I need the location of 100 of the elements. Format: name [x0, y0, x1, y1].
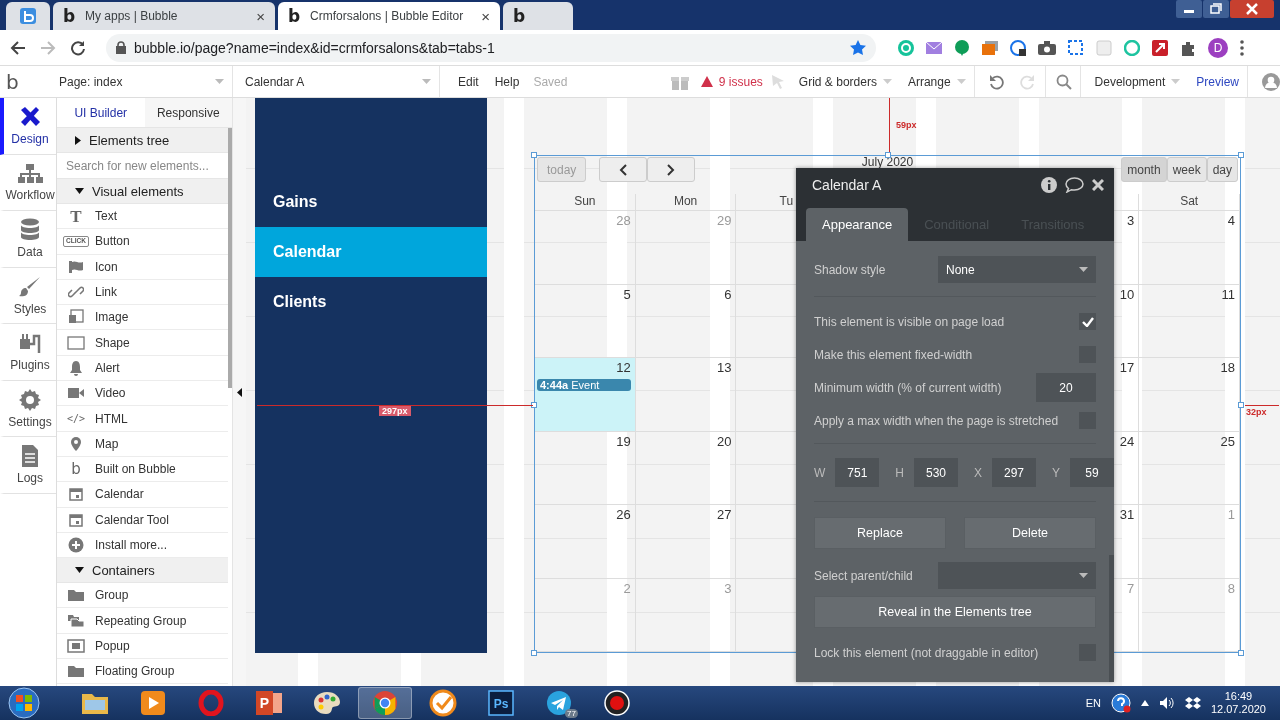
browser-tab[interactable]: b Crmforsalons | Bubble Editor × — [278, 2, 500, 30]
clock[interactable]: 16:49 12.07.2020 — [1210, 690, 1266, 716]
action-button[interactable]: Delete — [964, 517, 1096, 549]
shape-icon — [67, 335, 85, 350]
chat-bubble-icon[interactable] — [954, 39, 970, 56]
day-number: 25 — [1220, 433, 1235, 449]
restore-icon[interactable] — [1203, 0, 1229, 18]
elements-tree-toggle[interactable]: Elements tree — [57, 128, 228, 153]
undo-icon[interactable] — [988, 73, 1005, 90]
scrollbar[interactable] — [228, 128, 232, 388]
day-number: 11 — [1221, 286, 1235, 302]
previous-button[interactable] — [599, 157, 648, 182]
resize-handle[interactable] — [1238, 402, 1244, 408]
nav-tab[interactable]: Settings — [0, 380, 56, 437]
more-icon[interactable] — [1240, 39, 1244, 56]
back-icon[interactable] — [10, 39, 26, 56]
measure-label: 297px — [379, 406, 411, 416]
shadow-dropdown[interactable]: None — [938, 256, 1096, 283]
camera-icon[interactable] — [1038, 40, 1056, 55]
view-button[interactable]: month — [1121, 157, 1167, 182]
nav-tab[interactable]: Workflow — [0, 154, 56, 211]
reload-icon[interactable] — [70, 39, 86, 56]
extension-icon[interactable] — [1152, 39, 1168, 56]
pinned-tab[interactable] — [6, 2, 50, 30]
palette-icon — [312, 690, 342, 716]
arrange-menu[interactable]: Arrange — [899, 66, 974, 97]
minimize-icon[interactable] — [1176, 0, 1202, 18]
mail-icon[interactable] — [926, 41, 942, 54]
section-header[interactable]: Containers — [57, 558, 228, 584]
browser-tab[interactable]: b — [503, 2, 573, 30]
user-icon[interactable] — [1262, 72, 1280, 91]
resize-handle[interactable] — [1238, 650, 1244, 656]
nav-tab[interactable]: Plugins — [0, 324, 56, 381]
comment-icon[interactable] — [1065, 176, 1084, 193]
extension-icon[interactable] — [1010, 39, 1026, 56]
caret-icon — [422, 79, 431, 84]
scrollbar[interactable] — [1109, 555, 1114, 682]
preview-link[interactable]: Preview — [1188, 66, 1247, 97]
panel-title: Calendar A — [812, 176, 883, 193]
dimension-field[interactable]: 59 — [1070, 458, 1115, 487]
caret-icon — [1171, 79, 1181, 84]
dimension-field[interactable]: 530 — [914, 458, 958, 487]
bubble-logo[interactable]: b — [0, 69, 57, 94]
nav-tab[interactable]: Logs — [0, 437, 56, 494]
start-icon[interactable] — [6, 687, 42, 719]
nav-tab[interactable]: Styles — [0, 267, 56, 324]
taskbar-button[interactable]: P — [242, 687, 296, 719]
cast-icon[interactable] — [982, 40, 998, 55]
search-icon[interactable] — [1055, 73, 1072, 90]
star-icon[interactable] — [850, 39, 866, 56]
page-dropdown[interactable]: Page: index — [57, 66, 233, 97]
tray-arrow-icon[interactable] — [1140, 700, 1149, 706]
crop-icon[interactable] — [1068, 39, 1084, 56]
sidebar-item[interactable]: Clients — [255, 277, 487, 327]
help-icon[interactable] — [1110, 693, 1131, 713]
panel-tab[interactable]: Appearance — [806, 208, 909, 241]
checkbox[interactable] — [1079, 313, 1096, 330]
speaker-icon[interactable] — [1158, 696, 1175, 710]
dimension-field[interactable]: 751 — [835, 458, 880, 487]
view-button[interactable]: day — [1206, 157, 1238, 182]
browser-tab[interactable]: b My apps | Bubble × — [53, 2, 275, 30]
nav-tab[interactable]: Data — [0, 211, 56, 268]
taskbar-button[interactable]: Ps — [474, 687, 528, 719]
puzzle-icon[interactable] — [1180, 39, 1196, 56]
check-icon — [1081, 316, 1094, 327]
help-menu[interactable]: Help — [486, 66, 528, 97]
resize-handle[interactable] — [531, 650, 537, 656]
view-button[interactable]: week — [1166, 157, 1207, 182]
resize-handle[interactable] — [1238, 152, 1244, 158]
action-button[interactable]: Replace — [814, 517, 946, 549]
dropbox-icon[interactable] — [1184, 696, 1201, 710]
resize-handle[interactable] — [531, 152, 537, 158]
issues-button[interactable]: 9 issues — [692, 66, 771, 97]
mode-dropdown[interactable]: Development — [1080, 66, 1189, 97]
edit-menu[interactable]: Edit — [450, 66, 487, 97]
element-dropdown[interactable]: Calendar A — [233, 66, 440, 97]
resize-handle[interactable] — [885, 152, 891, 158]
calendar-event[interactable]: 4:44a Event — [537, 379, 631, 391]
grid-borders-menu[interactable]: Grid & borders — [790, 66, 900, 97]
address-field[interactable]: bubble.io/page?name=index&id=crmforsalons&tab=tabs-1 — [106, 33, 876, 62]
section-header[interactable]: Visual elements — [57, 179, 228, 204]
language-indicator[interactable]: EN — [1085, 697, 1101, 709]
collapse-icon[interactable] — [237, 387, 242, 397]
sidebar-item[interactable]: Gains — [255, 177, 487, 227]
next-button[interactable] — [647, 157, 696, 182]
profile-avatar[interactable]: D — [1208, 37, 1228, 58]
day-number: 27 — [716, 507, 732, 522]
day-number: 2 — [623, 580, 631, 596]
info-icon[interactable] — [1041, 176, 1057, 193]
close-icon[interactable] — [1230, 0, 1274, 18]
panel-tab[interactable]: Responsive — [144, 98, 232, 128]
close-icon[interactable] — [1092, 178, 1104, 191]
weekday-header: Tu — [779, 194, 794, 208]
taskbar-button[interactable]: 77 — [532, 687, 586, 719]
dimension-field[interactable]: 297 — [992, 458, 1036, 487]
reveal-button[interactable]: Reveal in the Elements tree — [814, 596, 1096, 628]
media-player-icon — [140, 690, 166, 716]
number-field[interactable]: 20 — [1036, 373, 1096, 402]
weekday-header: Sun — [574, 194, 596, 208]
resize-handle[interactable] — [531, 402, 537, 408]
